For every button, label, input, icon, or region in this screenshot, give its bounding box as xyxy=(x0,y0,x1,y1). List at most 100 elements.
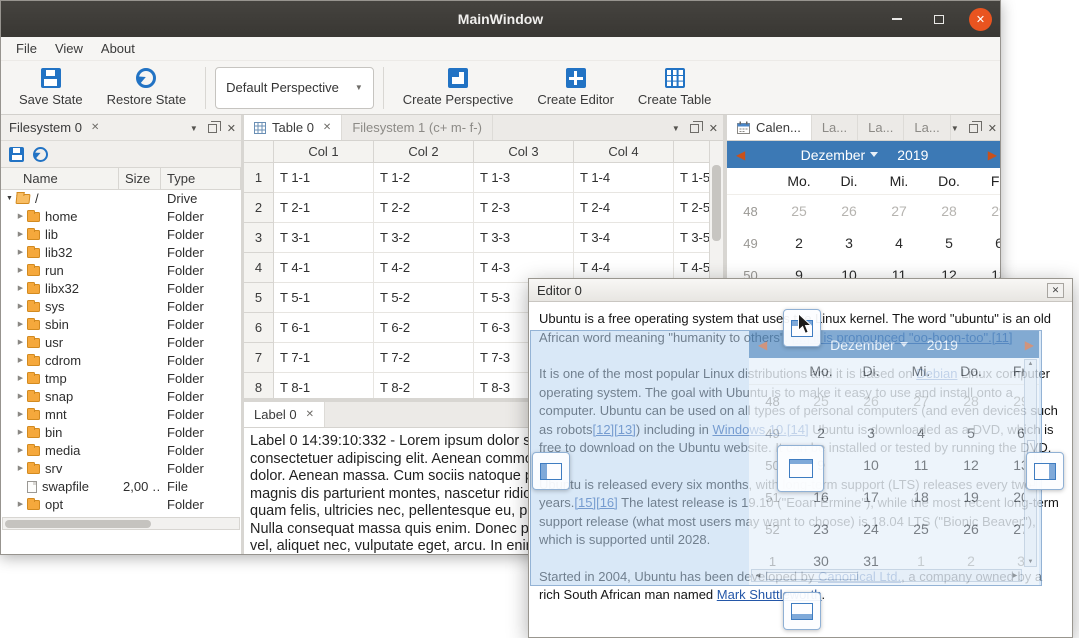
table-cell[interactable]: T 4-1 xyxy=(274,253,374,283)
table-cell[interactable]: T 3-4 xyxy=(574,223,674,253)
save-icon[interactable] xyxy=(9,147,24,162)
float-icon[interactable] xyxy=(690,124,699,133)
dock-indicator-center[interactable] xyxy=(777,445,824,492)
calendar-day[interactable]: 3 xyxy=(824,227,874,259)
table-cell[interactable]: T 6-2 xyxy=(374,313,474,343)
close-icon[interactable]: ✕ xyxy=(323,122,331,133)
table-cell[interactable]: T 5-1 xyxy=(274,283,374,313)
table-cell[interactable]: T 8-1 xyxy=(274,373,374,398)
close-icon[interactable]: ✕ xyxy=(988,122,997,135)
fs-column-header[interactable]: Type xyxy=(161,168,241,189)
close-icon[interactable]: ✕ xyxy=(91,122,99,133)
restore-icon[interactable] xyxy=(33,147,48,162)
titlebar[interactable]: MainWindow ✕ xyxy=(1,1,1000,37)
save-state-button[interactable]: Save State xyxy=(9,65,93,110)
next-month-button[interactable]: ▶ xyxy=(988,141,997,168)
chevron-down-icon[interactable]: ▼ xyxy=(190,124,198,133)
fs-column-header[interactable]: Name xyxy=(1,168,119,189)
table-row[interactable]: ▶snapFolder xyxy=(1,388,241,406)
table-cell[interactable]: T 1-1 xyxy=(274,163,374,193)
tab-label-0[interactable]: Label 0 ✕ xyxy=(244,402,325,427)
expand-arrow-icon[interactable]: ▶ xyxy=(15,496,26,514)
dock-indicator-bottom[interactable] xyxy=(783,592,821,630)
expand-arrow-icon[interactable]: ▶ xyxy=(15,208,26,226)
table-row[interactable]: ▶usrFolder xyxy=(1,334,241,352)
tab-la[interactable]: La... xyxy=(904,115,950,140)
scrollbar-thumb[interactable] xyxy=(712,165,721,241)
tab-la[interactable]: La... xyxy=(858,115,904,140)
table-row[interactable]: ▶mntFolder xyxy=(1,406,241,424)
table-row[interactable]: ▶libx32Folder xyxy=(1,280,241,298)
scrollbar-thumb[interactable] xyxy=(5,520,151,528)
calendar-day[interactable]: 29 xyxy=(974,195,1001,227)
calendar-day[interactable]: 6 xyxy=(974,227,1001,259)
close-icon[interactable]: ✕ xyxy=(306,409,314,420)
table-row[interactable]: ▶mediaFolder xyxy=(1,442,241,460)
create-editor-button[interactable]: Create Editor xyxy=(527,65,624,110)
tab-table-0[interactable]: Table 0✕ xyxy=(244,115,342,140)
calendar-day[interactable]: 27 xyxy=(874,195,924,227)
dock-indicator-right[interactable] xyxy=(1026,452,1064,490)
expand-arrow-icon[interactable]: ▶ xyxy=(15,244,26,262)
expand-arrow-icon[interactable]: ▶ xyxy=(15,424,26,442)
expand-arrow-icon[interactable]: ▶ xyxy=(15,406,26,424)
filesystem-titlebar[interactable]: Filesystem 0 ✕ ▼ ✕ xyxy=(1,115,241,141)
expand-arrow-icon[interactable]: ▶ xyxy=(15,226,26,244)
close-button[interactable]: ✕ xyxy=(1047,283,1064,298)
row-header[interactable]: 6 xyxy=(244,313,274,343)
table-cell[interactable]: T 1-2 xyxy=(374,163,474,193)
calendar-day[interactable]: 4 xyxy=(874,227,924,259)
column-header[interactable]: Col 3 xyxy=(474,141,574,163)
table-row[interactable]: ▶runFolder xyxy=(1,262,241,280)
expand-arrow-icon[interactable]: ▶ xyxy=(15,280,26,298)
expand-arrow-icon[interactable]: ▶ xyxy=(15,352,26,370)
table-row[interactable]: ▶libFolder xyxy=(1,226,241,244)
table-row[interactable]: ▶srvFolder xyxy=(1,460,241,478)
expand-arrow-icon[interactable]: ▶ xyxy=(15,298,26,316)
table-row[interactable]: ▶sbinFolder xyxy=(1,316,241,334)
row-header[interactable]: 4 xyxy=(244,253,274,283)
expand-arrow-icon[interactable]: ▶ xyxy=(15,316,26,334)
expand-arrow-icon[interactable]: ▼ xyxy=(4,190,15,208)
table-cell[interactable]: T 1-4 xyxy=(574,163,674,193)
table-cell[interactable]: T 2-2 xyxy=(374,193,474,223)
table-cell[interactable]: T 5-2 xyxy=(374,283,474,313)
calendar-day[interactable]: 25 xyxy=(774,195,824,227)
row-header[interactable]: 1 xyxy=(244,163,274,193)
close-button[interactable]: ✕ xyxy=(969,8,992,31)
row-header[interactable]: 3 xyxy=(244,223,274,253)
tab-la[interactable]: La... xyxy=(812,115,858,140)
table-row[interactable]: ▶cdromFolder xyxy=(1,352,241,370)
row-header[interactable]: 7 xyxy=(244,343,274,373)
menu-item-view[interactable]: View xyxy=(46,38,92,59)
menu-item-about[interactable]: About xyxy=(92,38,144,59)
editor-titlebar[interactable]: Editor 0 ✕ xyxy=(529,279,1072,302)
table-row[interactable]: ▶binFolder xyxy=(1,424,241,442)
horizontal-scrollbar[interactable] xyxy=(2,517,240,530)
table-cell[interactable]: T 2-3 xyxy=(474,193,574,223)
table-row[interactable]: ▶lib32Folder xyxy=(1,244,241,262)
column-header[interactable]: Col 4 xyxy=(574,141,674,163)
table-row[interactable]: ▶sysFolder xyxy=(1,298,241,316)
month-label[interactable]: Dezember xyxy=(801,147,866,163)
table-corner[interactable] xyxy=(244,141,274,163)
row-header[interactable]: 2 xyxy=(244,193,274,223)
restore-state-button[interactable]: Restore State xyxy=(97,65,197,110)
table-cell[interactable]: T 7-2 xyxy=(374,343,474,373)
table-cell[interactable]: T 3-3 xyxy=(474,223,574,253)
table-cell[interactable]: T 3-1 xyxy=(274,223,374,253)
column-header[interactable]: Col 2 xyxy=(374,141,474,163)
table-cell[interactable]: T 1-3 xyxy=(474,163,574,193)
table-row[interactable]: ▶homeFolder xyxy=(1,208,241,226)
float-icon[interactable] xyxy=(208,124,217,133)
row-header[interactable]: 8 xyxy=(244,373,274,398)
chevron-down-icon[interactable]: ▼ xyxy=(951,124,959,133)
close-icon[interactable]: ✕ xyxy=(227,122,236,135)
table-row[interactable]: swapfile2,00 …File xyxy=(1,478,241,496)
calendar-day[interactable]: 5 xyxy=(924,227,974,259)
table-row[interactable]: ▼/Drive xyxy=(1,190,241,208)
perspective-select[interactable]: Default Perspective ▼ xyxy=(215,67,374,109)
expand-arrow-icon[interactable]: ▶ xyxy=(15,388,26,406)
year-label[interactable]: 2019 xyxy=(897,147,928,163)
menu-item-file[interactable]: File xyxy=(7,38,46,59)
